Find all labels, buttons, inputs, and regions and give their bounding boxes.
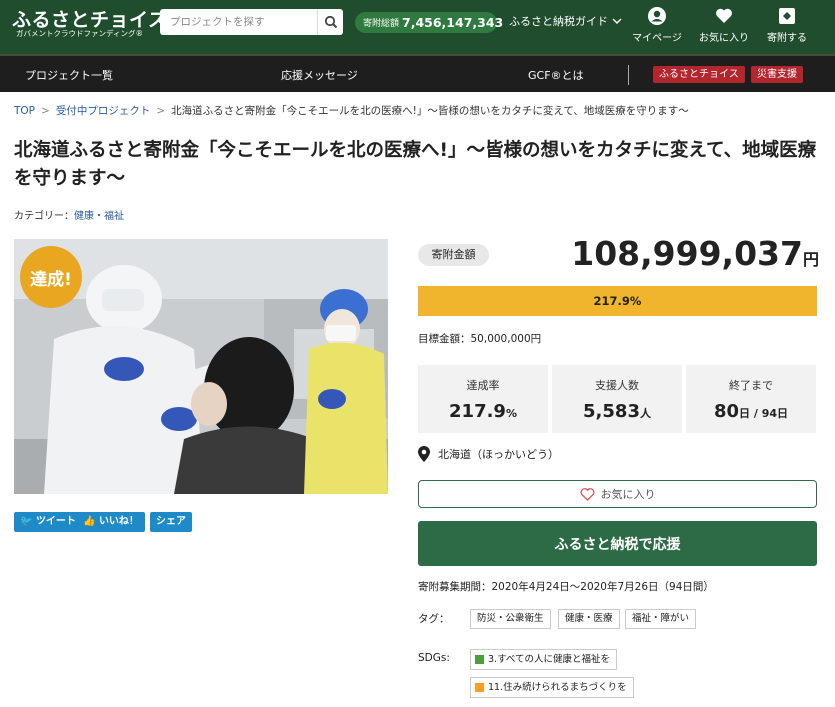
nav-divider: [628, 65, 629, 85]
map-pin-icon: [418, 446, 430, 462]
nav-disaster-support[interactable]: 災害支援: [751, 66, 803, 83]
stat-remaining-value: 80: [713, 401, 740, 422]
site-logo-subtitle: ガバメントクラウドファンディング®: [16, 29, 143, 38]
tag-item[interactable]: 防災・公衆衛生: [470, 609, 551, 629]
nav-furusato-choice[interactable]: ふるさとチョイス: [653, 66, 745, 83]
nav-messages[interactable]: 応援メッセージ: [281, 67, 358, 83]
project-category: カテゴリー：健康・福祉: [14, 207, 124, 222]
tag-item[interactable]: 健康・医療: [558, 609, 620, 629]
tweet-label: ツイート: [35, 516, 76, 527]
sdg-item[interactable]: 11.住み続けられるまちづくりを: [470, 677, 634, 698]
sdg-goal-11-icon: [475, 683, 484, 692]
donation-amount-value: 108,999,037: [571, 234, 803, 273]
stat-rate-unit: %: [505, 407, 517, 420]
achieved-badge: 達成!: [20, 246, 82, 308]
favorites-button[interactable]: お気に入り: [694, 6, 754, 44]
site-header: ふるさとチョイス ガバメントクラウドファンディング® 寄附総額 7,456,14…: [0, 0, 835, 54]
stat-rate-value: 217.9: [449, 401, 506, 422]
search-icon: [324, 15, 337, 29]
stat-remaining-label: 終了まで: [729, 379, 773, 392]
stat-achievement-rate: 達成率 217.9%: [418, 365, 548, 433]
breadcrumb-accepting[interactable]: 受付中プロジェクト: [56, 105, 151, 117]
chevron-down-icon: [612, 17, 622, 24]
twitter-bird-icon: 🐦: [20, 516, 33, 527]
gift-box-icon: [779, 8, 795, 24]
goal-amount: 目標金額：50,000,000円: [418, 333, 542, 345]
progress-percent: 217.9%: [593, 294, 642, 308]
main-nav: プロジェクト一覧 応援メッセージ GCF®とは ふるさとチョイス 災害支援: [0, 54, 835, 92]
donation-period: 寄附募集期間：2020年4月24日～2020年7月26日（94日間）: [418, 581, 714, 593]
furusato-guide-link[interactable]: ふるさと納税ガイド: [509, 13, 622, 29]
heart-outline-icon: [579, 487, 595, 501]
furusato-guide-label: ふるさと納税ガイド: [509, 15, 608, 28]
sdg-item[interactable]: 3.すべての人に健康と福祉を: [470, 649, 618, 670]
sdg-item-text: 11.住み続けられるまちづくりを: [488, 682, 627, 693]
sdgs-label: SDGs:: [418, 652, 450, 664]
stat-remaining-unit: 日 / 94日: [739, 407, 789, 420]
donation-amount-unit: 円: [802, 250, 819, 269]
breadcrumb-top[interactable]: TOP: [14, 105, 35, 117]
tweet-button[interactable]: 🐦 ツイート: [14, 512, 82, 532]
stat-remaining-value-wrap: 80日 / 94日: [686, 401, 816, 422]
share-label: シェア: [156, 516, 186, 527]
donate-button[interactable]: ふるさと納税で応援: [418, 521, 817, 566]
like-label: いいね！: [98, 516, 139, 527]
facebook-like-button[interactable]: 👍 いいね！: [77, 512, 145, 532]
tags-label: タグ：: [418, 613, 450, 625]
breadcrumb: TOP > 受付中プロジェクト > 北海道ふるさと寄附金「今こそエールを北の医療へ!」～…: [14, 103, 689, 118]
stat-rate-value-wrap: 217.9%: [418, 401, 548, 422]
tag-item[interactable]: 福祉・障がい: [625, 609, 697, 629]
favorites-label: お気に入り: [699, 33, 749, 44]
donation-amount: 108,999,037円: [571, 234, 819, 273]
location: 北海道（ほっかいどう）: [418, 446, 559, 462]
location-text: 北海道（ほっかいどう）: [438, 448, 559, 461]
stat-rate-label: 達成率: [466, 379, 500, 392]
sdg-goal-3-icon: [475, 655, 484, 664]
nav-projects[interactable]: プロジェクト一覧: [25, 67, 113, 83]
breadcrumb-current: 北海道ふるさと寄附金「今こそエールを北の医療へ!」～皆様の想いをカタチに変えて、…: [171, 105, 689, 117]
add-favorite-label: お気に入り: [600, 488, 656, 501]
donation-amount-label: 寄附金額: [418, 244, 489, 266]
user-icon: [648, 7, 666, 25]
donate-header-button[interactable]: 寄附する: [757, 6, 817, 44]
progress-bar: 217.9%: [418, 286, 817, 316]
heart-icon: [716, 8, 732, 23]
mypage-button[interactable]: マイページ: [627, 6, 687, 44]
stat-supporters-value-wrap: 5,583人: [552, 401, 682, 422]
stat-supporters: 支援人数 5,583人: [552, 365, 682, 433]
total-donations-label: 寄附総額: [363, 19, 400, 29]
stat-supporters-value: 5,583: [583, 401, 640, 422]
donate-header-label: 寄附する: [767, 33, 807, 44]
stat-remaining-days: 終了まで 80日 / 94日: [686, 365, 816, 433]
breadcrumb-separator: >: [156, 105, 166, 117]
sdg-item-text: 3.すべての人に健康と福祉を: [488, 654, 611, 665]
share-button[interactable]: シェア: [150, 512, 192, 532]
total-donations-badge: 寄附総額 7,456,147,343: [355, 12, 503, 33]
category-link[interactable]: 健康・福祉: [74, 211, 124, 222]
nav-about[interactable]: GCF®とは: [528, 67, 584, 83]
search-box: [160, 9, 343, 35]
stat-supporters-unit: 人: [639, 407, 651, 420]
mypage-label: マイページ: [632, 33, 682, 44]
search-button[interactable]: [317, 9, 343, 35]
thumbs-up-icon: 👍: [83, 516, 96, 527]
category-label: カテゴリー：: [14, 211, 74, 222]
stat-supporters-label: 支援人数: [595, 379, 639, 392]
total-donations-value: 7,456,147,343: [402, 15, 504, 30]
add-favorite-button[interactable]: お気に入り: [418, 480, 817, 508]
search-input[interactable]: [160, 9, 316, 35]
breadcrumb-separator: >: [41, 105, 50, 117]
project-title: 北海道ふるさと寄附金「今こそエールを北の医療へ!」～皆様の想いをカタチに変えて、…: [14, 140, 817, 189]
